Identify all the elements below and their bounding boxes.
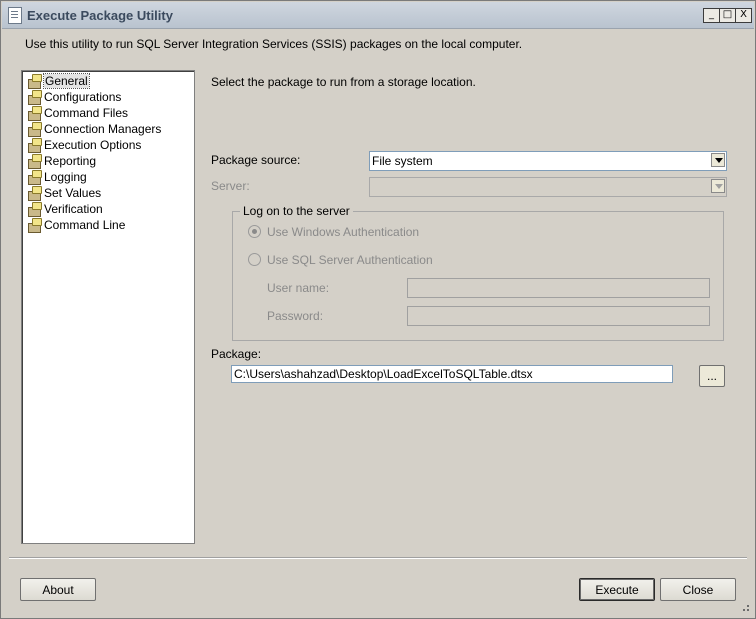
windows-auth-label: Use Windows Authentication [267, 225, 420, 239]
sql-auth-radio[interactable] [248, 253, 261, 266]
windows-auth-radio[interactable] [248, 225, 261, 238]
separator [9, 557, 747, 559]
package-icon [27, 202, 42, 217]
browse-button[interactable]: ... [699, 365, 725, 387]
resize-grip-icon[interactable] [743, 609, 745, 611]
server-label: Server: [211, 179, 250, 193]
page-list: General Configurations Command Files Con… [21, 70, 195, 544]
nav-item-verification[interactable]: Verification [27, 201, 187, 217]
package-label: Package: [211, 347, 262, 361]
nav-item-label: Verification [44, 202, 103, 216]
execute-button[interactable]: Execute [579, 578, 655, 601]
package-icon [27, 106, 42, 121]
password-label: Password: [267, 309, 324, 323]
package-icon [27, 90, 42, 105]
package-source-dropdown[interactable]: File system [369, 151, 727, 171]
utility-description: Use this utility to run SQL Server Integ… [25, 37, 523, 51]
logon-group-title: Log on to the server [240, 204, 353, 218]
package-icon [27, 154, 42, 169]
package-source-label: Package source: [211, 153, 301, 167]
nav-item-general[interactable]: General [27, 73, 187, 89]
nav-item-command-files[interactable]: Command Files [27, 105, 187, 121]
package-icon [27, 74, 42, 89]
close-window-button[interactable]: X [735, 8, 752, 23]
resize-grip-icon[interactable] [747, 605, 749, 607]
nav-item-logging[interactable]: Logging [27, 169, 187, 185]
package-source-value: File system [372, 154, 433, 168]
package-icon [27, 170, 42, 185]
username-label: User name: [267, 281, 330, 295]
nav-item-connection-managers[interactable]: Connection Managers [27, 121, 187, 137]
package-icon [27, 138, 42, 153]
general-page-description: Select the package to run from a storage… [211, 75, 476, 89]
nav-item-label: Configurations [44, 90, 122, 104]
username-field[interactable] [407, 278, 710, 298]
package-icon [27, 122, 42, 137]
nav-item-label: General [43, 73, 90, 89]
nav-item-label: Connection Managers [44, 122, 162, 136]
chevron-down-icon[interactable] [711, 179, 725, 193]
window-title: Execute Package Utility [27, 8, 173, 23]
execute-package-utility-window: Execute Package Utility _ □ X Use this u… [0, 0, 756, 619]
app-document-icon [8, 7, 22, 24]
title-bar[interactable]: Execute Package Utility _ □ X [2, 2, 754, 29]
chevron-down-icon[interactable] [711, 153, 725, 167]
package-path-input[interactable] [231, 365, 673, 383]
nav-item-label: Command Files [44, 106, 129, 120]
package-icon [27, 186, 42, 201]
about-button[interactable]: About [20, 578, 96, 601]
nav-item-label: Set Values [44, 186, 102, 200]
nav-item-reporting[interactable]: Reporting [27, 153, 187, 169]
nav-item-command-line[interactable]: Command Line [27, 217, 187, 233]
minimize-button[interactable]: _ [703, 8, 720, 23]
nav-item-label: Reporting [44, 154, 97, 168]
resize-grip-icon[interactable] [747, 609, 749, 611]
nav-item-label: Logging [44, 170, 87, 184]
nav-item-configurations[interactable]: Configurations [27, 89, 187, 105]
password-field[interactable] [407, 306, 710, 326]
maximize-button[interactable]: □ [719, 8, 736, 23]
package-icon [27, 218, 42, 233]
server-dropdown[interactable] [369, 177, 727, 197]
close-button[interactable]: Close [660, 578, 736, 601]
nav-item-set-values[interactable]: Set Values [27, 185, 187, 201]
nav-item-label: Command Line [44, 218, 126, 232]
nav-item-execution-options[interactable]: Execution Options [27, 137, 187, 153]
nav-item-label: Execution Options [44, 138, 142, 152]
sql-auth-label: Use SQL Server Authentication [267, 253, 433, 267]
